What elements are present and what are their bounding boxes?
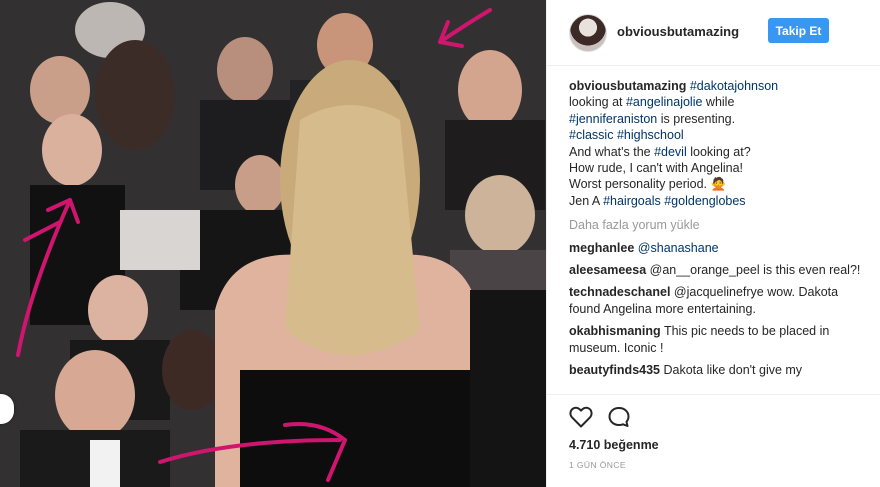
caption-text: And what's the <box>569 144 655 159</box>
comment-text: Dakota like don't give my <box>663 363 803 378</box>
instagram-post: obviousbutamazing Takip Et obviousbutama… <box>0 0 880 487</box>
caption-username[interactable]: obviousbutamazing <box>569 79 686 93</box>
hashtag-link[interactable]: #dakotajohnson <box>690 79 778 93</box>
caption-text: looking at <box>569 95 626 110</box>
hashtag-link[interactable]: #highschool <box>617 128 684 142</box>
caption-text: is presenting. <box>657 111 736 126</box>
post-photo[interactable] <box>0 0 546 487</box>
hashtag-link[interactable]: #hairgoals <box>603 194 661 208</box>
comment-text: @an__orange_peel is this even real?! <box>649 263 861 278</box>
hashtag-link[interactable]: #jenniferaniston <box>569 112 657 126</box>
caption: obviousbutamazing #dakotajohnson looking… <box>569 78 869 209</box>
post-timestamp: 1 GÜN ÖNCE <box>569 460 626 470</box>
comment-username[interactable]: aleesameesa <box>569 263 646 277</box>
comment-username[interactable]: beautyfinds435 <box>569 363 660 377</box>
comments-section: obviousbutamazing #dakotajohnson looking… <box>569 78 869 379</box>
caption-text: Jen A <box>569 193 604 208</box>
comment-username[interactable]: meghanlee <box>569 241 634 255</box>
header-username[interactable]: obviousbutamazing <box>617 24 739 39</box>
comment: beautyfinds435 Dakota like don't give my <box>569 362 869 378</box>
hashtag-link[interactable]: #goldenglobes <box>664 194 745 208</box>
comment-username[interactable]: okabhismaning <box>569 324 661 338</box>
heart-icon[interactable] <box>569 406 593 428</box>
comment: technadeschanel @jacquelinefrye wow. Dak… <box>569 284 869 317</box>
comment-text[interactable]: @shanashane <box>638 241 719 255</box>
caption-text: Worst personality period. 🙅 <box>569 177 727 192</box>
post-header: obviousbutamazing Takip Et <box>547 0 880 66</box>
avatar[interactable] <box>569 14 607 52</box>
caption-text: looking at? <box>686 144 751 159</box>
comment: okabhismaning This pic needs to be place… <box>569 323 869 356</box>
follow-button[interactable]: Takip Et <box>768 18 829 43</box>
photo-illustration <box>0 0 546 487</box>
hashtag-link[interactable]: #angelinajolie <box>626 95 702 109</box>
caption-text: while <box>702 95 735 110</box>
post-actions: 4.710 beğenme 1 GÜN ÖNCE <box>547 394 880 487</box>
like-count[interactable]: 4.710 beğenme <box>569 438 659 452</box>
hashtag-link[interactable]: #classic <box>569 128 613 142</box>
caption-text: How rude, I can't with Angelina! <box>569 161 744 176</box>
hashtag-link[interactable]: #devil <box>654 145 687 159</box>
comment-icon[interactable] <box>607 406 631 428</box>
comment-username[interactable]: technadeschanel <box>569 285 670 299</box>
comment: aleesameesa @an__orange_peel is this eve… <box>569 262 869 278</box>
comment: meghanlee @shanashane <box>569 240 869 256</box>
load-more-comments-link[interactable]: Daha fazla yorum yükle <box>569 217 869 233</box>
post-side-panel: obviousbutamazing Takip Et obviousbutama… <box>546 0 880 487</box>
